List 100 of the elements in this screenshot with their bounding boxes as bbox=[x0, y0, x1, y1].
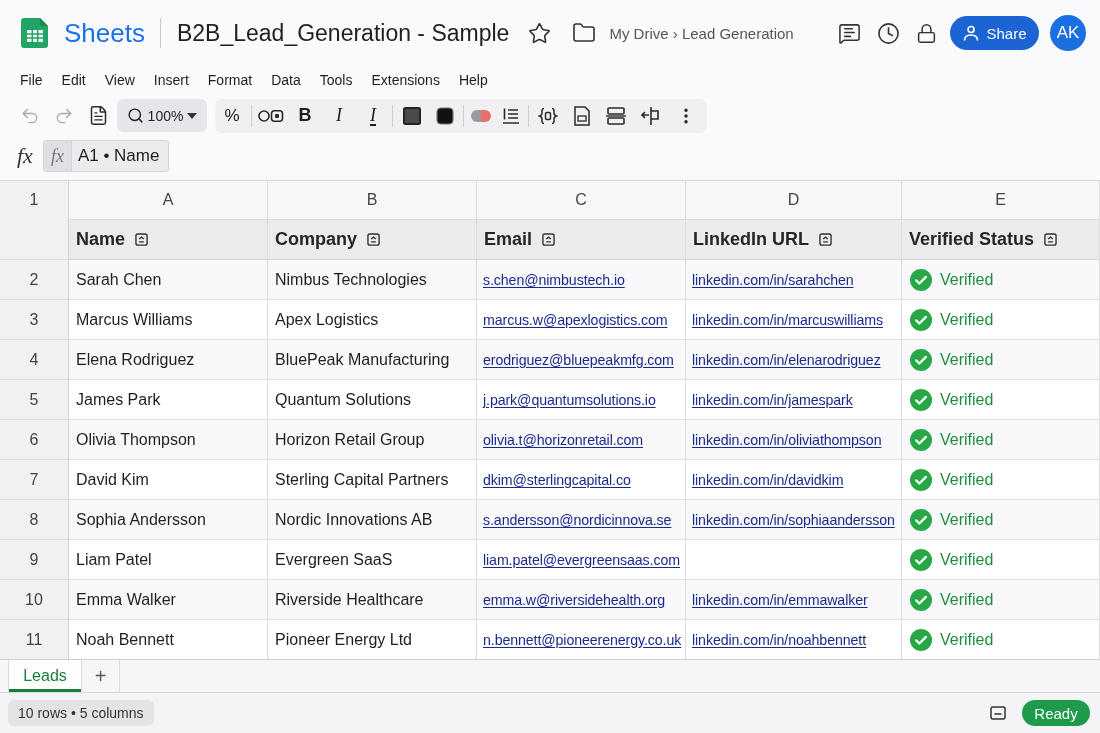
profile-link[interactable]: linkedin.com/in/jamespark bbox=[692, 391, 853, 408]
email-link[interactable]: liam.patel@evergreensaas.com bbox=[483, 551, 680, 568]
email-link[interactable]: n.bennett@pioneerenergy.co.uk bbox=[483, 631, 682, 648]
breadcrumb[interactable]: My Drive › Lead Generation bbox=[609, 24, 794, 42]
person-icon bbox=[962, 24, 981, 42]
status-text: Verified bbox=[940, 550, 994, 569]
bordered-square-icon[interactable] bbox=[403, 106, 421, 125]
row-number[interactable]: 5 bbox=[0, 380, 69, 420]
circle-square-icon[interactable] bbox=[258, 108, 284, 123]
clock-icon[interactable] bbox=[877, 21, 900, 45]
cell-reference-text: A1 • Name bbox=[76, 145, 161, 167]
sheet-tab[interactable]: Leads bbox=[8, 660, 82, 692]
status-text: Verified bbox=[940, 630, 994, 649]
row-number[interactable]: 9 bbox=[0, 540, 69, 580]
star-icon[interactable] bbox=[528, 21, 552, 45]
zoom-dropdown[interactable]: 100% bbox=[117, 99, 207, 132]
italic-button[interactable]: I bbox=[322, 99, 356, 132]
fx-label: fx bbox=[17, 143, 33, 169]
column-header[interactable]: A bbox=[69, 181, 268, 220]
status-text: Verified bbox=[940, 590, 994, 609]
bold-button[interactable]: B bbox=[288, 99, 322, 132]
table-cell: Marcus Williams bbox=[69, 300, 268, 340]
table-cell: Sophia Andersson bbox=[69, 500, 268, 540]
column-chip-icon[interactable] bbox=[1044, 233, 1058, 246]
table-cell: BluePeak Manufacturing bbox=[268, 340, 477, 380]
column-chip-icon[interactable] bbox=[135, 233, 149, 246]
table-cell: Emma Walker bbox=[69, 580, 268, 620]
table-cell: Nordic Innovations AB bbox=[268, 500, 477, 540]
row-number[interactable]: 7 bbox=[0, 460, 69, 500]
email-link[interactable]: marcus.w@apexlogistics.com bbox=[483, 311, 668, 328]
menu-item[interactable]: Tools bbox=[319, 72, 353, 88]
status-text: Verified bbox=[940, 270, 994, 289]
document-box-icon[interactable] bbox=[573, 105, 591, 126]
table-cell: Horizon Retail Group bbox=[268, 420, 477, 460]
column-title: Name bbox=[76, 229, 126, 250]
menu-item[interactable]: Data bbox=[271, 72, 301, 88]
menu-item[interactable]: Format bbox=[207, 72, 253, 88]
stacked-rectangles-icon[interactable] bbox=[606, 106, 626, 125]
column-header[interactable]: E bbox=[902, 181, 1100, 220]
row-number[interactable]: 11 bbox=[0, 620, 69, 660]
table-cell: Olivia Thompson bbox=[69, 420, 268, 460]
avatar[interactable]: AK bbox=[1050, 15, 1086, 51]
row-number[interactable]: 10 bbox=[0, 580, 69, 620]
column-split-icon[interactable] bbox=[641, 105, 661, 126]
braces-icon[interactable] bbox=[538, 105, 558, 126]
comment-icon[interactable] bbox=[838, 21, 861, 45]
fx-chip: fx bbox=[43, 141, 72, 171]
status-badge: Ready bbox=[1022, 700, 1090, 726]
column-header[interactable]: C bbox=[477, 181, 686, 220]
column-title: Email bbox=[484, 229, 533, 250]
row-number[interactable]: 3 bbox=[0, 300, 69, 340]
table-cell: Riverside Healthcare bbox=[268, 580, 477, 620]
column-chip-icon[interactable] bbox=[542, 233, 556, 246]
menu-item[interactable]: Extensions bbox=[371, 72, 440, 88]
percent-button[interactable]: % bbox=[215, 99, 249, 132]
folder-icon[interactable] bbox=[572, 21, 597, 45]
profile-link[interactable]: linkedin.com/in/marcuswilliams bbox=[692, 311, 883, 328]
row-number[interactable]: 4 bbox=[0, 340, 69, 380]
status-text: Verified bbox=[940, 470, 994, 489]
split-pill-icon[interactable] bbox=[471, 109, 491, 122]
table-cell: David Kim bbox=[69, 460, 268, 500]
table-cell: Sarah Chen bbox=[69, 260, 268, 300]
share-button[interactable]: Share bbox=[950, 16, 1039, 50]
document-title[interactable]: B2B_Lead_Generation - Sample bbox=[176, 19, 510, 47]
column-chip-icon[interactable] bbox=[367, 233, 380, 246]
row-number[interactable]: 2 bbox=[0, 260, 69, 300]
lock-icon[interactable] bbox=[916, 22, 937, 44]
sheet-summary: 10 rows • 5 columns bbox=[8, 700, 154, 726]
table-cell: Liam Patel bbox=[69, 540, 268, 580]
table-cell: James Park bbox=[69, 380, 268, 420]
row-number[interactable]: 1 bbox=[0, 181, 69, 260]
table-cell: Quantum Solutions bbox=[268, 380, 477, 420]
panel-icon[interactable] bbox=[990, 706, 1006, 720]
column-title: Company bbox=[275, 229, 357, 250]
menu-item[interactable]: Insert bbox=[153, 72, 189, 88]
profile-link[interactable]: linkedin.com/in/davidkim bbox=[692, 471, 844, 488]
spreadsheet-logo-icon[interactable] bbox=[19, 17, 51, 49]
search-icon bbox=[126, 107, 144, 124]
column-title: Verified Status bbox=[909, 229, 1035, 250]
underline-button[interactable]: I bbox=[356, 99, 390, 132]
row-number[interactable]: 8 bbox=[0, 500, 69, 540]
table-cell: Elena Rodriguez bbox=[69, 340, 268, 380]
email-link[interactable]: j.park@quantumsolutions.io bbox=[483, 391, 656, 408]
caret-icon bbox=[187, 112, 198, 119]
table-cell: Nimbus Technologies bbox=[268, 260, 477, 300]
rounded-square-icon[interactable] bbox=[436, 106, 454, 125]
column-header[interactable]: B bbox=[268, 181, 477, 220]
menu-item[interactable]: Edit bbox=[61, 72, 86, 88]
menu-item[interactable]: View bbox=[104, 72, 135, 88]
menu-item[interactable]: Help bbox=[458, 72, 488, 88]
formula-field[interactable]: fx A1 • Name bbox=[42, 140, 170, 172]
row-number[interactable]: 6 bbox=[0, 420, 69, 460]
column-header[interactable]: D bbox=[686, 181, 902, 220]
profile-link[interactable]: linkedin.com/in/noahbennett bbox=[692, 631, 866, 648]
menu-item[interactable]: File bbox=[20, 72, 43, 88]
lines-icon[interactable] bbox=[502, 106, 520, 125]
app-name[interactable]: Sheets bbox=[64, 17, 145, 49]
status-text: Verified bbox=[940, 390, 994, 409]
column-chip-icon[interactable] bbox=[819, 233, 832, 246]
email-link[interactable]: dkim@sterlingcapital.co bbox=[483, 471, 631, 488]
